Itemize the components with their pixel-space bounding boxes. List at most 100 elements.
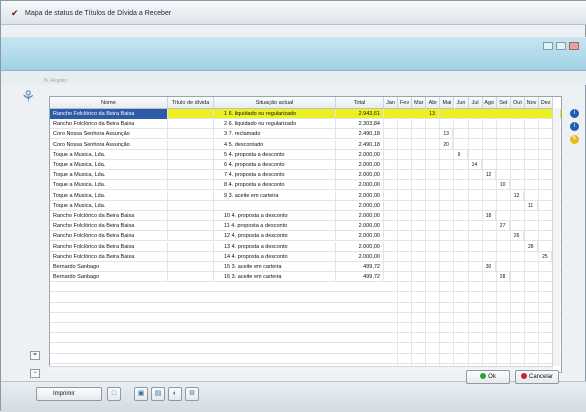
row-name: Toque a Musica, Lda. <box>50 149 168 160</box>
table-row[interactable]: Toque a Musica, Lda. 9 3. aceite em carte… <box>50 190 561 201</box>
row-week: 10 <box>500 180 510 191</box>
row-status: 14 4. proposta a desconto <box>214 251 336 262</box>
info-icon[interactable]: i <box>570 109 579 118</box>
column-header-month[interactable]: Mar <box>412 97 427 109</box>
table-row[interactable] <box>50 282 561 293</box>
row-title <box>168 139 214 150</box>
cancel-button[interactable]: Cancelar <box>515 370 559 384</box>
row-status: 11 4. proposta a desconto <box>214 221 336 232</box>
row-title <box>168 149 214 160</box>
column-header-month[interactable]: Jun <box>454 97 469 109</box>
row-name: Coro Nossa Senhora Assunção <box>50 139 168 150</box>
row-total: 2.943,61 <box>336 109 384 119</box>
table-row[interactable] <box>50 293 561 303</box>
table-row[interactable] <box>50 303 561 313</box>
title-bar: ✔ Mapa de status de Títulos de Dívida a … <box>1 1 586 25</box>
table-row[interactable]: Rancho Folclórico da Beira Baixa 2 6. liq… <box>50 119 561 130</box>
handshake-icon: ⚘ <box>21 89 36 106</box>
row-total: 2.000,00 <box>336 221 384 232</box>
maximize-button[interactable] <box>556 42 566 50</box>
export-icon[interactable]: □ <box>107 387 121 401</box>
table-row[interactable] <box>50 313 561 323</box>
minimize-button[interactable] <box>543 42 553 50</box>
expand-button[interactable]: = <box>30 351 40 360</box>
column-header-month[interactable]: Fev <box>398 97 413 109</box>
row-title <box>168 262 214 272</box>
table-row[interactable]: Toque a Musica, Lda. 2.000,00 11 <box>50 200 561 211</box>
table-row[interactable] <box>50 344 561 354</box>
table-row[interactable]: Rancho Folclórico da Beira Baixa 12 4. pr… <box>50 231 561 242</box>
table-row[interactable]: Bernardo Sanbago 15 3. aceite em carteira… <box>50 262 561 272</box>
table-row[interactable]: Rancho Folclórico da Beira Baixa 10 4. pr… <box>50 211 561 221</box>
table-row[interactable]: Coro Nossa Senhora Assunção 3 7. reclamad… <box>50 129 561 140</box>
column-header-month[interactable]: Out <box>510 97 525 109</box>
row-total: 2.490,18 <box>336 139 384 150</box>
column-header-month[interactable]: Set <box>496 97 511 109</box>
table-row[interactable]: Rancho Folclórico da Beira Baixa 13 4. pr… <box>50 241 561 252</box>
row-status: 3 7. reclamado <box>214 129 336 140</box>
table-row[interactable]: Toque a Musica, Lda. 7 4. proposta a desc… <box>50 170 561 181</box>
table-row[interactable]: Toque a Musica, Lda. 5 4. proposta a desc… <box>50 149 561 160</box>
column-header-title[interactable]: Título de dívida <box>168 97 214 109</box>
row-week: 12 <box>514 190 524 201</box>
row-total: 2.000,00 <box>336 241 384 252</box>
column-header-status[interactable]: Situação actual <box>214 97 336 109</box>
filter-label: N. Registo <box>44 78 68 84</box>
note-icon[interactable]: ✎ <box>570 135 579 144</box>
close-button[interactable] <box>569 42 579 50</box>
row-name: Toque a Musica, Lda. <box>50 200 168 211</box>
row-total: 2.000,00 <box>336 231 384 242</box>
view-icon[interactable]: ▣ <box>134 387 148 401</box>
print-button[interactable]: Imprimir <box>36 387 102 401</box>
row-week: 28 <box>500 272 510 283</box>
row-title <box>168 251 214 262</box>
row-week: 13 <box>443 129 454 140</box>
column-header-total[interactable]: Total <box>336 97 384 109</box>
table-row[interactable]: Coro Nossa Senhora Assunção 4 5. desconta… <box>50 139 561 150</box>
table-row[interactable]: Toque a Musica, Lda. 8 4. proposta a desc… <box>50 180 561 191</box>
row-total: 499,72 <box>336 262 384 272</box>
filter-icon[interactable]: ▤ <box>151 387 165 401</box>
vertical-scrollbar[interactable] <box>552 108 560 366</box>
row-status: 9 3. aceite em carteira <box>214 190 336 201</box>
row-status <box>214 200 336 211</box>
table-row[interactable]: Rancho Folclórico da Beira Baixa 1 6. liq… <box>50 109 561 119</box>
table-row[interactable] <box>50 333 561 344</box>
table-row[interactable]: Toque a Musica, Lda. 6 4. proposta a desc… <box>50 160 561 170</box>
table-row[interactable]: Bernardo Sanbago 16 3. aceite em carteira… <box>50 272 561 283</box>
table-row[interactable] <box>50 323 561 334</box>
row-status: 12 4. proposta a desconto <box>214 231 336 242</box>
row-name: Rancho Folclórico da Beira Baixa <box>50 221 168 232</box>
row-total: 2.303,84 <box>336 119 384 130</box>
row-name: Coro Nossa Senhora Assunção <box>50 129 168 140</box>
column-header-name[interactable]: Nome <box>50 97 168 109</box>
row-status: 7 4. proposta a desconto <box>214 170 336 181</box>
ok-button[interactable]: Ok <box>466 370 510 384</box>
row-status: 8 4. proposta a desconto <box>214 180 336 191</box>
print-label: Imprimir <box>53 391 75 397</box>
row-name: Toque a Musica, Lda. <box>50 160 168 170</box>
column-header-month[interactable]: Nov <box>525 97 540 109</box>
row-title <box>168 129 214 140</box>
chart-icon[interactable]: ◐ <box>168 387 182 401</box>
column-header-month[interactable]: Mai <box>440 97 455 109</box>
row-status: 6 4. proposta a desconto <box>214 160 336 170</box>
row-total: 2.000,00 <box>336 180 384 191</box>
settings-icon[interactable]: ⚙ <box>185 387 199 401</box>
row-week: 14 <box>472 160 482 170</box>
row-title <box>168 170 214 181</box>
column-header-month[interactable]: Ago <box>482 97 497 109</box>
cancel-icon <box>520 373 527 380</box>
column-header-month[interactable]: Jul <box>468 97 483 109</box>
row-total: 2.000,00 <box>336 200 384 211</box>
table-row[interactable] <box>50 354 561 364</box>
table-row[interactable]: Rancho Folclórico da Beira Baixa 11 4. pr… <box>50 221 561 232</box>
column-header-month[interactable]: Jan <box>384 97 399 109</box>
row-name: Toque a Musica, Lda. <box>50 180 168 191</box>
row-title <box>168 272 214 283</box>
details-icon[interactable]: i <box>570 122 579 131</box>
column-header-month[interactable]: Abr <box>426 97 441 109</box>
table-row[interactable]: Rancho Folclórico da Beira Baixa 14 4. pr… <box>50 251 561 262</box>
row-name: Bernardo Sanbago <box>50 272 168 283</box>
collapse-button[interactable]: − <box>30 369 40 378</box>
